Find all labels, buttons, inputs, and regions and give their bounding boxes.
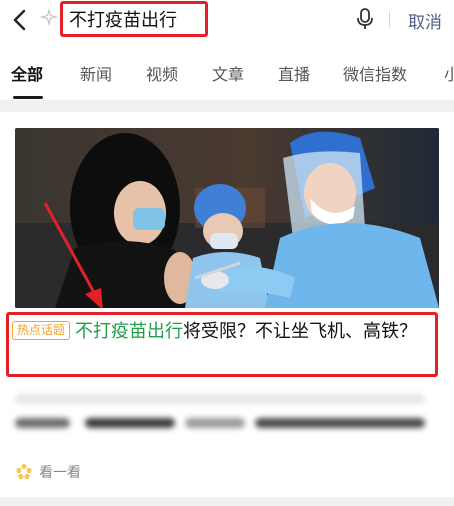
microphone-icon[interactable]: [355, 7, 375, 31]
back-arrow-icon[interactable]: [9, 8, 33, 32]
snippet-line: [85, 418, 175, 428]
snippet-line: [255, 418, 425, 428]
vaccination-photo: [15, 128, 439, 308]
look-icon: [16, 463, 32, 480]
hot-topic-badge: 热点话题: [12, 321, 71, 340]
sparkle-icon: [40, 8, 58, 26]
look-entry[interactable]: 看一看: [15, 462, 81, 482]
blurred-snippet: [15, 388, 439, 434]
tab-all[interactable]: 全部: [11, 61, 43, 85]
tab-bar: 全部 新闻 视频 文章 直播 微信指数 小: [0, 55, 454, 99]
section-separator: [0, 100, 454, 112]
snippet-line: [185, 418, 245, 428]
tab-articles[interactable]: 文章: [212, 61, 244, 85]
snippet-line: [15, 418, 70, 428]
tab-live[interactable]: 直播: [278, 61, 310, 85]
search-bar: 不打疫苗出行 取消: [0, 0, 454, 40]
divider: [389, 11, 390, 28]
article-title[interactable]: 热点话题 不打疫苗出行将受限？不让坐飞机、高铁？: [12, 318, 432, 345]
bottom-separator: [0, 497, 454, 506]
cancel-button[interactable]: 取消: [408, 8, 442, 33]
search-query-text: 不打疫苗出行: [69, 10, 177, 31]
article-image[interactable]: [15, 128, 439, 308]
snippet-line: [15, 394, 425, 404]
tab-video[interactable]: 视频: [146, 61, 178, 85]
look-label: 看一看: [39, 465, 81, 481]
tab-overflow[interactable]: 小: [444, 61, 454, 85]
tab-wechat-index[interactable]: 微信指数: [343, 61, 407, 85]
title-rest: 将受限？不让坐飞机、高铁？: [183, 321, 418, 342]
tab-news[interactable]: 新闻: [80, 61, 112, 85]
search-input[interactable]: 不打疫苗出行: [60, 1, 208, 37]
active-tab-indicator: [13, 96, 43, 99]
title-keyword: 不打疫苗出行: [75, 321, 184, 342]
